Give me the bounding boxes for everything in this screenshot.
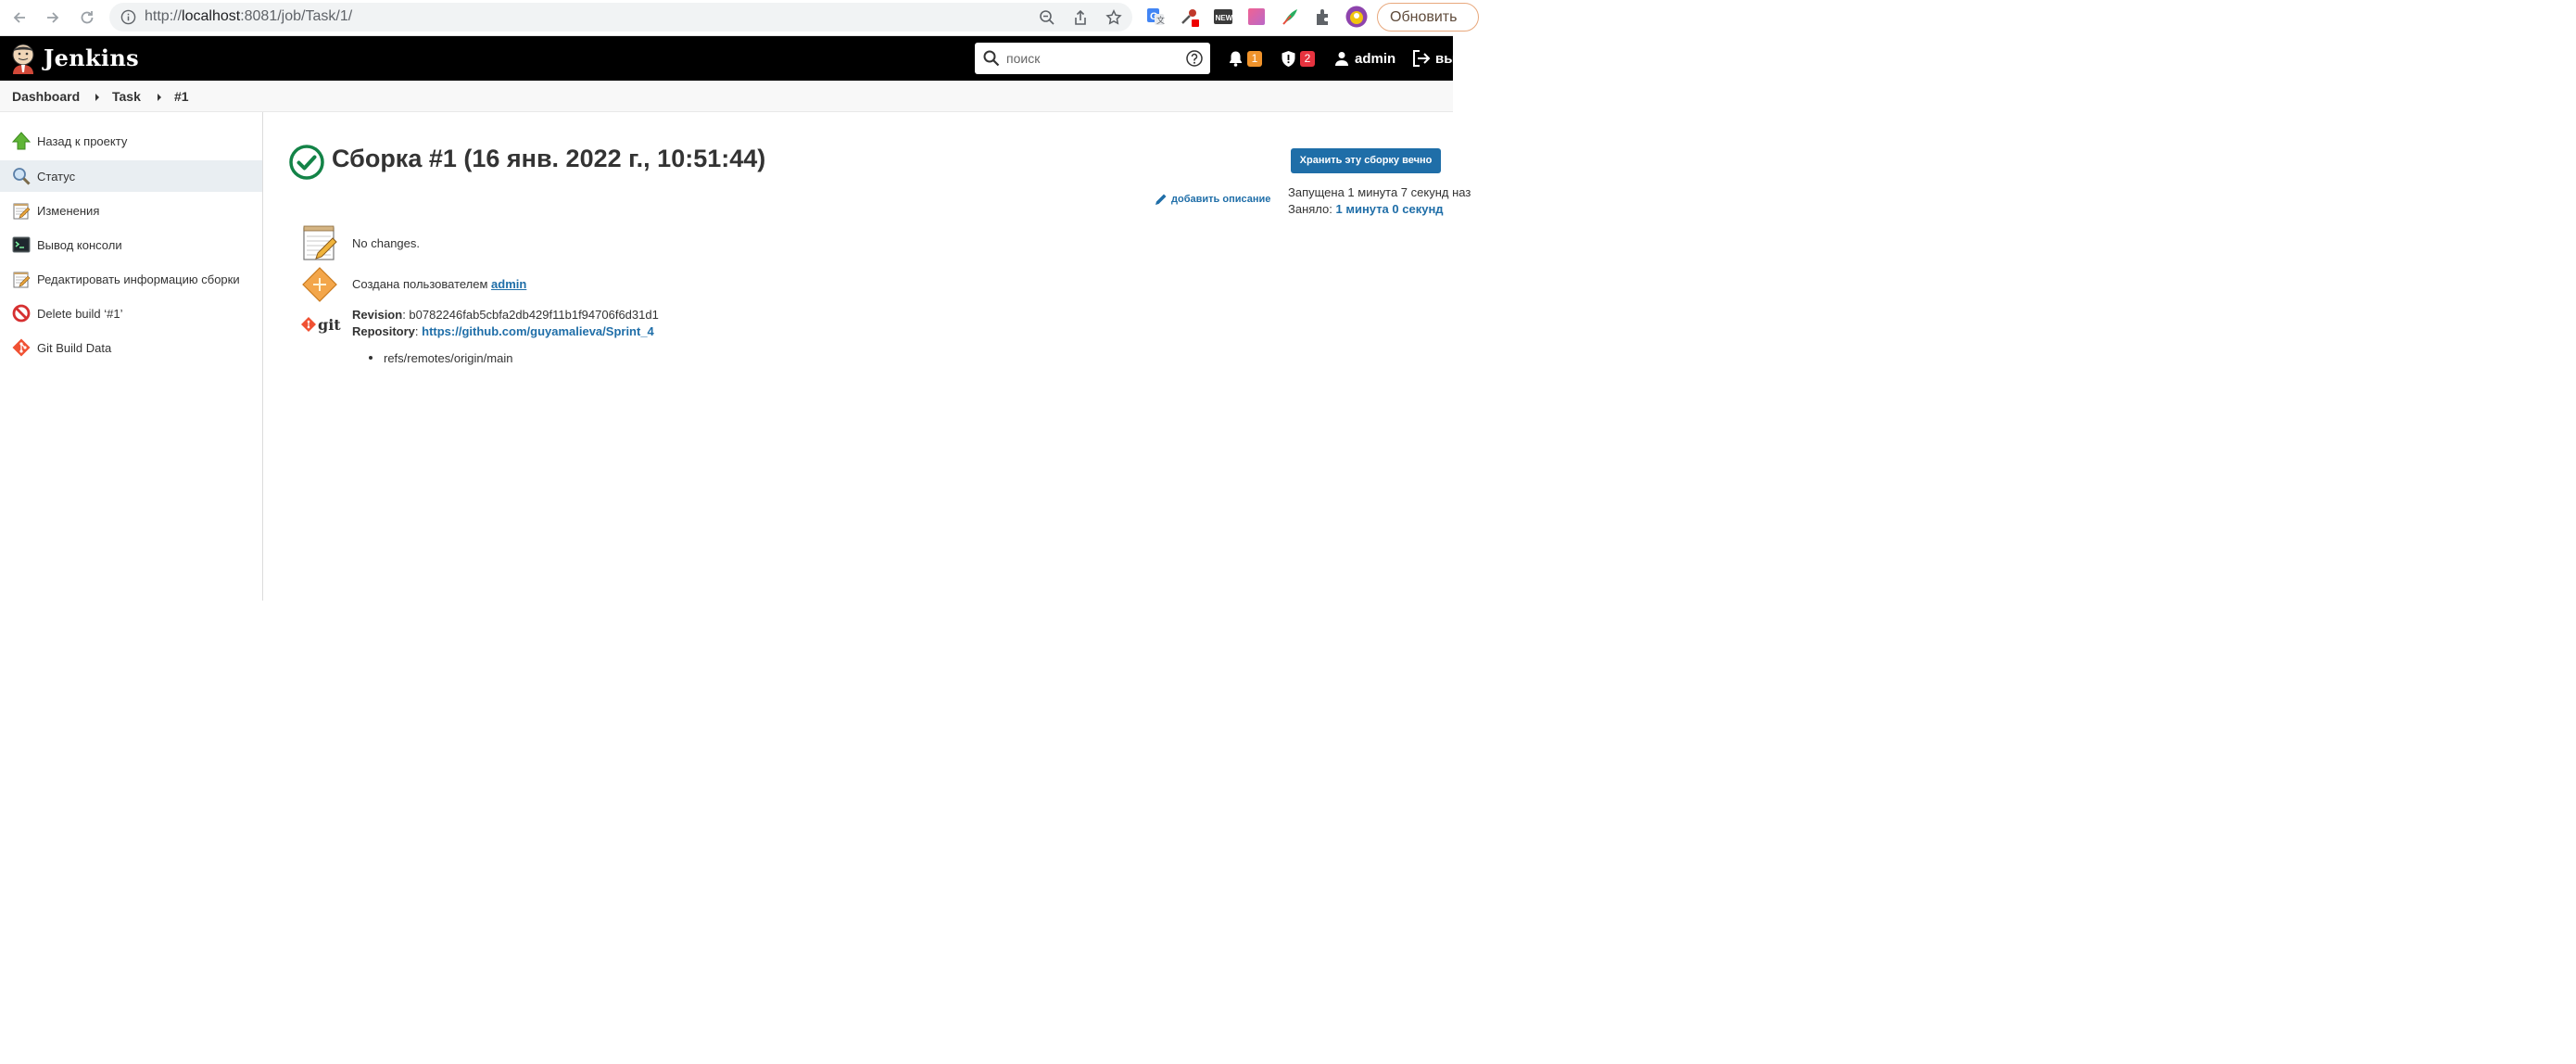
extensions-puzzle-icon[interactable] [1313,6,1333,27]
browser-toolbar: http://localhost:8081/job/Task/1/ G文 NEW… [0,0,1479,36]
forward-button[interactable] [40,6,66,30]
build-duration-link[interactable]: 1 минута 0 секунд [1336,202,1444,216]
revision-label: Revision [352,308,403,322]
no-entry-icon [12,304,31,323]
sidebar-item-status[interactable]: Статус [0,160,262,192]
magnifier-icon [13,168,31,185]
notepad-icon [13,272,31,288]
jenkins-logo-icon[interactable] [9,43,37,74]
pencil-icon [1155,194,1167,205]
refs-list-item: refs/remotes/origin/main [384,351,513,365]
help-icon[interactable] [1186,50,1203,67]
sidebar-item-git-build-data[interactable]: Git Build Data [0,332,262,363]
notepad-icon [13,203,31,220]
sidebar-item-label: Изменения [37,204,100,218]
user-cause-diamond-icon [302,267,337,302]
user-icon [1335,52,1348,66]
back-arrow-icon [13,12,25,23]
svg-text:git: git [318,316,341,334]
created-by-label: Создана пользователем [352,277,492,291]
repository-line: Repository: https://github.com/guyamalie… [352,324,654,338]
breadcrumb-separator-icon[interactable] [158,94,161,101]
url-text: http://localhost:8081/job/Task/1/ [145,8,353,24]
update-browser-button[interactable]: Обновить [1377,3,1479,32]
jenkins-wordmark[interactable]: Jenkins [44,44,139,71]
breadcrumb: Dashboard Task #1 [0,81,1453,112]
sidebar-item-label: Статус [37,170,76,184]
terminal-icon [12,236,31,253]
sidebar-item-label: Вывод консоли [37,238,122,252]
new-badge-extension-icon[interactable]: NEW [1213,6,1233,27]
build-duration: Заняло: 1 минута 0 секунд [1288,202,1444,216]
created-by-user-link[interactable]: admin [491,277,526,291]
breadcrumb-dashboard[interactable]: Dashboard [12,89,80,104]
sidebar-item-edit-build-info[interactable]: Редактировать информацию сборки [0,263,262,295]
feather-extension-icon[interactable] [1280,6,1300,27]
created-by-line: Создана пользователем admin [352,277,526,291]
notepad-icon [303,225,337,260]
git-logo-icon: git [301,316,341,334]
add-description-label: добавить описание [1171,194,1271,205]
keep-build-forever-button[interactable]: Хранить эту сборку вечно [1291,148,1441,173]
page-title: Сборка #1 (16 янв. 2022 г., 10:51:44) [332,145,766,172]
up-arrow-icon [12,132,31,150]
logout-label: вы [1435,50,1457,67]
build-duration-label: Заняло: [1288,202,1336,216]
info-icon[interactable] [120,9,136,25]
revision-value: : b0782246fab5cbfa2db429f11b1f94706f6d31… [402,308,659,322]
user-name: admin [1355,50,1396,67]
reload-icon [81,11,94,24]
success-check-icon [289,145,324,180]
reload-button[interactable] [74,6,100,30]
no-changes-text: No changes. [352,236,420,250]
search-box [975,43,1210,74]
sidebar: Назад к проекту Статус Изменения Вывод к… [0,112,263,601]
bookmark-star-icon[interactable] [1105,9,1122,26]
sidebar-item-changes[interactable]: Изменения [0,195,262,226]
search-icon [983,50,1000,67]
sidebar-item-label: Редактировать информацию сборки [37,272,240,286]
address-bar[interactable]: http://localhost:8081/job/Task/1/ [109,3,1132,32]
add-description-link[interactable]: добавить описание [1155,193,1270,206]
bell-icon [1230,51,1242,67]
forward-arrow-icon [47,12,59,23]
breadcrumb-build[interactable]: #1 [174,89,189,104]
svg-text:NEW: NEW [1216,14,1233,22]
repository-link[interactable]: https://github.com/guyamalieva/Sprint_4 [422,324,654,338]
sidebar-item-console-output[interactable]: Вывод консоли [0,229,262,260]
share-icon[interactable] [1072,9,1089,26]
profile-avatar-icon[interactable] [1345,6,1368,28]
sidebar-item-back-to-project[interactable]: Назад к проекту [0,125,262,157]
eyedropper-extension-icon[interactable] [1179,6,1199,27]
gradient-extension-icon[interactable] [1246,6,1267,27]
sidebar-item-label: Назад к проекту [37,134,128,148]
search-input[interactable] [1006,48,1179,69]
svg-text:文: 文 [1156,15,1165,25]
breadcrumb-separator-icon[interactable] [95,94,99,101]
sidebar-item-label: Delete build ‘#1’ [37,307,123,321]
repository-label: Repository [352,324,415,338]
list-bullet [369,356,373,360]
zoom-out-icon[interactable] [1039,9,1055,26]
logout-button[interactable]: вы [1412,49,1456,68]
user-menu[interactable]: admin [1334,49,1395,68]
sidebar-item-delete-build[interactable]: Delete build ‘#1’ [0,298,262,329]
logout-icon [1413,50,1431,67]
shield-icon [1282,50,1295,67]
security-warnings-button[interactable]: 2 [1281,49,1315,68]
build-started-text: Запущена 1 минута 7 секунд наз [1288,185,1471,199]
google-translate-icon[interactable]: G文 [1145,6,1166,27]
sidebar-item-label: Git Build Data [37,341,112,355]
jenkins-header: Jenkins 1 2 admin вы [0,36,1456,81]
git-icon [12,338,31,357]
revision-line: Revision: b0782246fab5cbfa2db429f11b1f94… [352,308,659,322]
notifications-count-badge: 1 [1247,50,1262,67]
notifications-button[interactable]: 1 [1228,49,1262,68]
security-count-badge: 2 [1300,50,1315,67]
back-button[interactable] [6,6,32,30]
breadcrumb-task[interactable]: Task [112,89,141,104]
